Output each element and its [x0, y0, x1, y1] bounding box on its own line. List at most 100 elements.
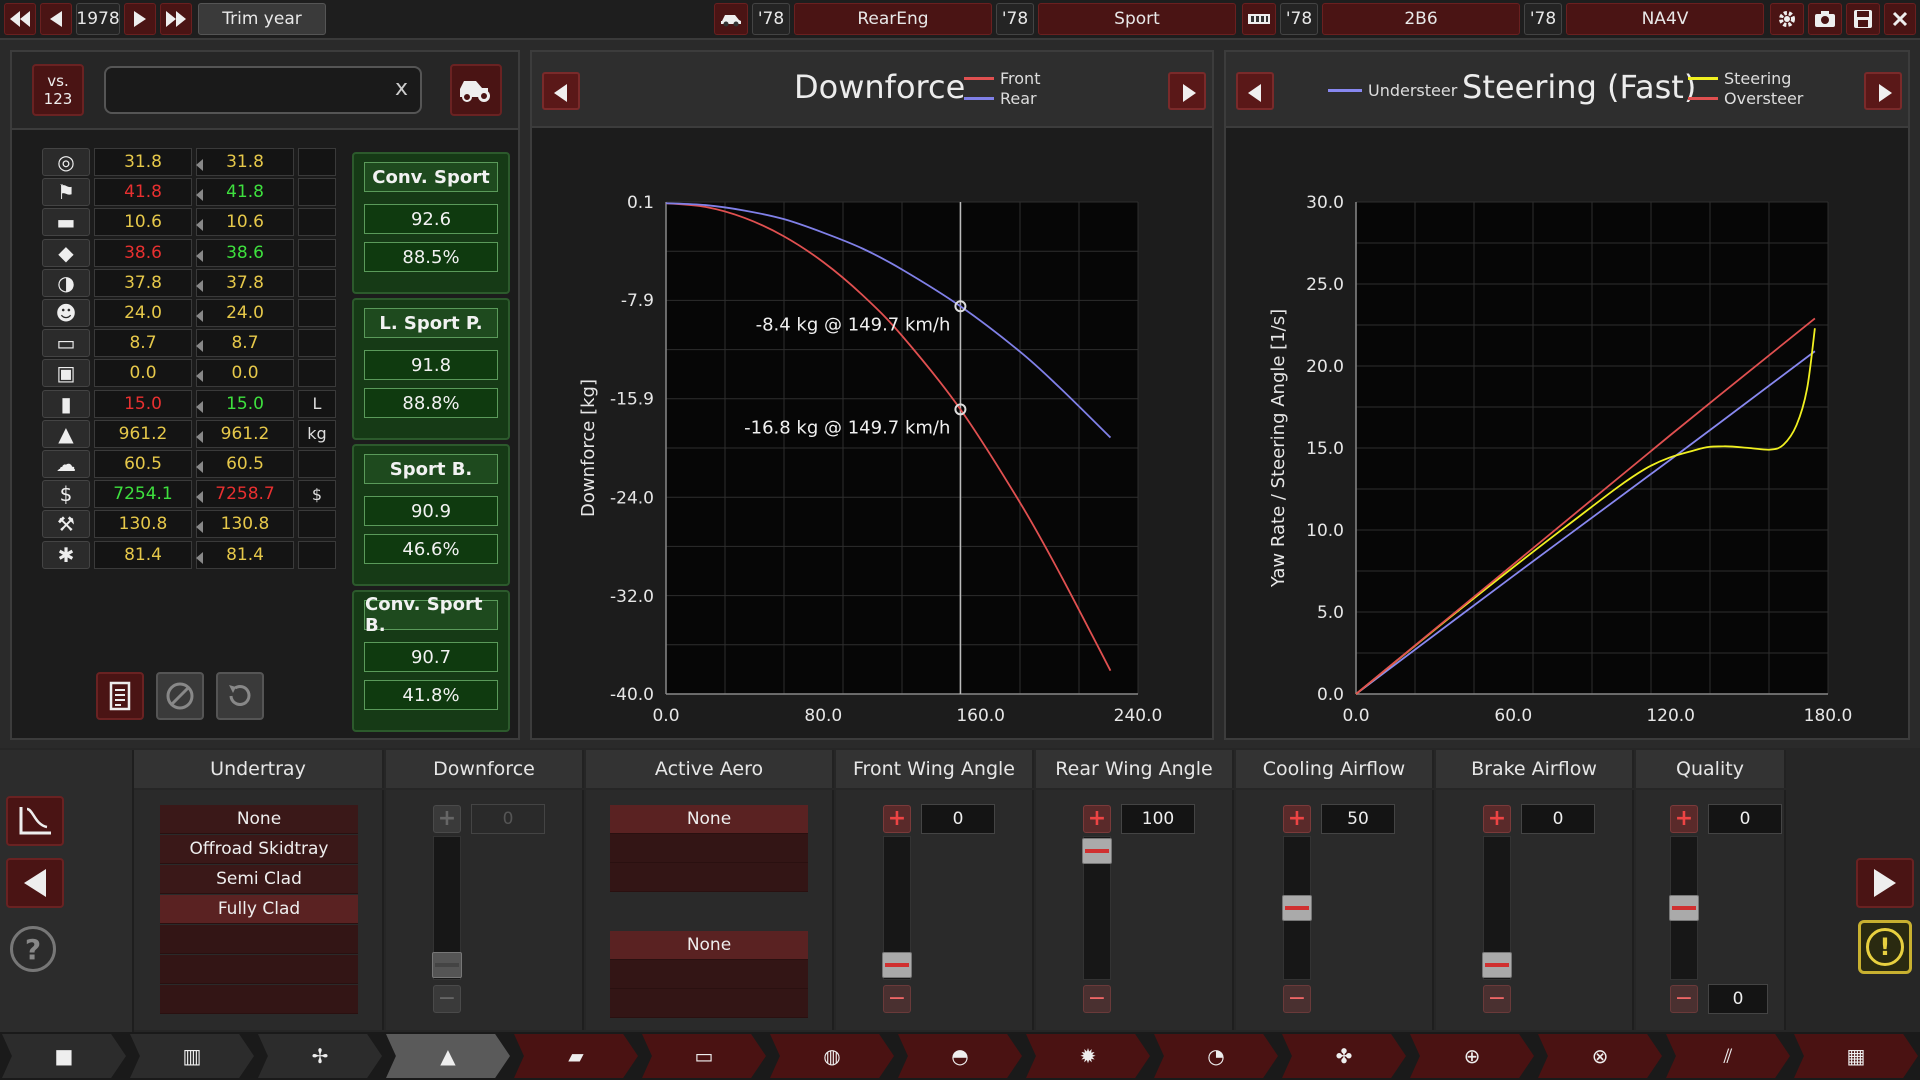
save-icon[interactable]: [1846, 3, 1880, 35]
disable-button[interactable]: [156, 672, 204, 720]
increase-button[interactable]: +: [1670, 805, 1698, 833]
compare-button[interactable]: vs. 123: [32, 64, 84, 116]
rear-annotation: -8.4 kg @ 149.7 km/h: [756, 314, 951, 335]
increase-button[interactable]: +: [433, 805, 461, 833]
settings-icon[interactable]: [1770, 3, 1804, 35]
category-score-box[interactable]: L. Sport P. 91.8 88.8%: [352, 298, 510, 440]
undertray-option[interactable]: [160, 955, 358, 984]
car-icon[interactable]: ■: [2, 1034, 126, 1078]
active-aero-option[interactable]: None: [610, 931, 808, 960]
value-field[interactable]: 0: [1521, 804, 1595, 834]
value-field[interactable]: 0: [1708, 804, 1782, 834]
clear-search-icon[interactable]: x: [395, 76, 408, 101]
active-aero-option[interactable]: [610, 863, 808, 892]
warning-button[interactable]: !: [1858, 920, 1912, 974]
body-name[interactable]: RearEng: [794, 3, 992, 35]
decrease-button[interactable]: −: [1670, 985, 1698, 1013]
car-icon-glyph: ■: [54, 1044, 74, 1068]
undertray-option[interactable]: Fully Clad: [160, 895, 358, 924]
active-aero-option[interactable]: None: [610, 805, 808, 834]
wheels-icon[interactable]: ✹: [1026, 1034, 1150, 1078]
slider-handle[interactable]: [1669, 895, 1699, 921]
engine-icon[interactable]: [1242, 3, 1276, 35]
chart-axes-button[interactable]: [6, 796, 64, 846]
active-aero-option[interactable]: [610, 960, 808, 989]
trim-year-button[interactable]: Trim year: [198, 3, 326, 35]
search-input[interactable]: x: [104, 66, 422, 114]
increase-button[interactable]: +: [1083, 805, 1111, 833]
undertray-option[interactable]: [160, 985, 358, 1014]
value-field[interactable]: 100: [1121, 804, 1195, 834]
slider-handle[interactable]: [1082, 838, 1112, 864]
offroad-icon: ▣: [42, 359, 90, 388]
steering-icon[interactable]: ⊗: [1538, 1034, 1662, 1078]
stat-row: ☁ 60.5 60.5: [42, 450, 342, 478]
slider-handle[interactable]: [432, 952, 462, 978]
back-button[interactable]: [6, 858, 64, 908]
notes-button[interactable]: [96, 672, 144, 720]
undertray-option[interactable]: Semi Clad: [160, 865, 358, 894]
stat-current-value: 8.7: [94, 329, 192, 358]
undertray-option[interactable]: None: [160, 805, 358, 834]
prev-chart-button[interactable]: [1236, 72, 1274, 110]
variant-name[interactable]: NA4V: [1566, 3, 1764, 35]
body-icon[interactable]: ▲: [386, 1034, 510, 1078]
chassis-icon[interactable]: ▰: [514, 1034, 638, 1078]
prev-chart-button[interactable]: [542, 72, 580, 110]
next-chart-button[interactable]: [1864, 72, 1902, 110]
category-score-box[interactable]: Conv. Sport 92.6 88.5%: [352, 152, 510, 294]
stat-row: ⚒ 130.8 130.8: [42, 510, 342, 539]
value-field[interactable]: 0: [471, 804, 545, 834]
brakes-icon[interactable]: ◓: [898, 1034, 1022, 1078]
engine-name[interactable]: 2B6: [1322, 3, 1520, 35]
increase-button[interactable]: +: [1283, 805, 1311, 833]
load-car-button[interactable]: [450, 64, 502, 116]
last-year-button[interactable]: [160, 3, 192, 35]
decrease-button[interactable]: −: [1483, 985, 1511, 1013]
stat-unit: [298, 540, 336, 569]
decrease-button[interactable]: −: [433, 985, 461, 1013]
x-tick-label: 120.0: [1646, 706, 1695, 726]
decrease-button[interactable]: −: [1083, 985, 1111, 1013]
value-field[interactable]: 0: [921, 804, 995, 834]
stat-current-value: 15.0: [94, 389, 192, 418]
slider-handle[interactable]: [882, 952, 912, 978]
category-score-box[interactable]: Sport B. 90.9 46.6%: [352, 444, 510, 586]
drivetrain-icon[interactable]: ✢: [258, 1034, 382, 1078]
testing-icon[interactable]: ⫽: [1666, 1034, 1790, 1078]
finish-icon[interactable]: ▦: [1794, 1034, 1918, 1078]
car-body-icon[interactable]: [714, 3, 748, 35]
x-tick-label: 80.0: [804, 706, 842, 726]
stat-row: ◆ 38.6 38.6: [42, 238, 342, 267]
min-value-field[interactable]: 0: [1708, 984, 1768, 1014]
next-year-button[interactable]: [124, 3, 156, 35]
fixtures-icon[interactable]: ◍: [770, 1034, 894, 1078]
reset-button[interactable]: [216, 672, 264, 720]
active-aero-option[interactable]: [610, 989, 808, 1018]
undertray-option[interactable]: [160, 925, 358, 954]
active-aero-option[interactable]: [610, 834, 808, 863]
value-field[interactable]: 50: [1321, 804, 1395, 834]
category-score-box[interactable]: Conv. Sport B. 90.7 41.8%: [352, 590, 510, 732]
camera-icon[interactable]: [1808, 3, 1842, 35]
slider-handle[interactable]: [1482, 952, 1512, 978]
trim-name[interactable]: Sport: [1038, 3, 1236, 35]
engine-icon[interactable]: ▥: [130, 1034, 254, 1078]
aero-icon[interactable]: ✤: [1282, 1034, 1406, 1078]
y-tick-label: 30.0: [1306, 193, 1344, 213]
decrease-button[interactable]: −: [1283, 985, 1311, 1013]
increase-button[interactable]: +: [1483, 805, 1511, 833]
increase-button[interactable]: +: [883, 805, 911, 833]
suspension-icon[interactable]: ▭: [642, 1034, 766, 1078]
slider-handle[interactable]: [1282, 895, 1312, 921]
close-icon[interactable]: [1884, 3, 1916, 35]
help-icon[interactable]: ?: [10, 926, 56, 972]
next-chart-button[interactable]: [1168, 72, 1206, 110]
prev-year-button[interactable]: [40, 3, 72, 35]
interior-icon[interactable]: ◔: [1154, 1034, 1278, 1078]
tyre-icon[interactable]: ⊕: [1410, 1034, 1534, 1078]
first-year-button[interactable]: [4, 3, 36, 35]
decrease-button[interactable]: −: [883, 985, 911, 1013]
next-button[interactable]: [1856, 858, 1914, 908]
undertray-option[interactable]: Offroad Skidtray: [160, 835, 358, 864]
